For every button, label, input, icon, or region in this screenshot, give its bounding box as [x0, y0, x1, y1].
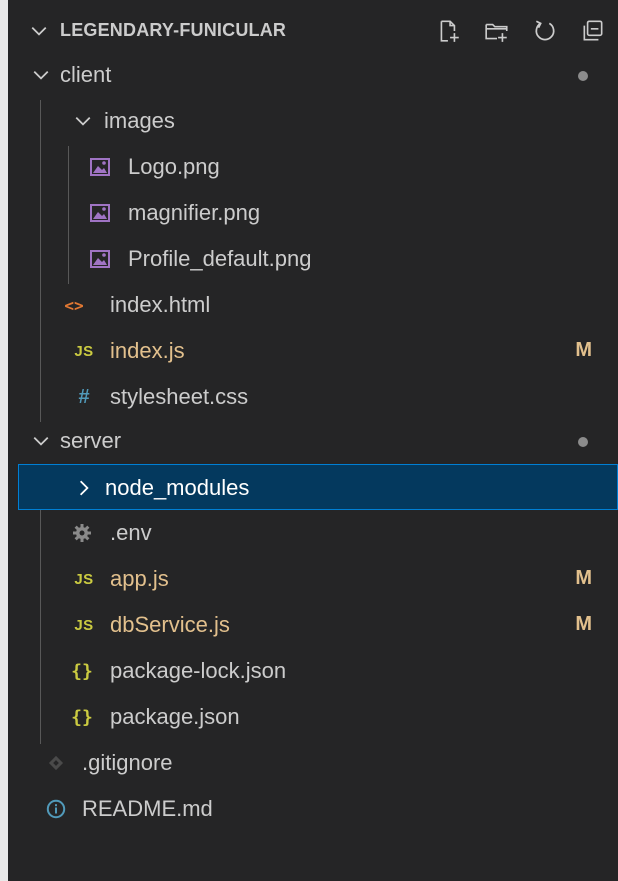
- tree-file-dbservice-js[interactable]: JS dbService.js M: [8, 602, 618, 648]
- tree-item-label: app.js: [110, 566, 169, 591]
- modified-badge: M: [575, 567, 592, 589]
- chevron-right-icon: [79, 480, 89, 496]
- new-file-button[interactable]: [436, 18, 462, 44]
- tree-file-package-json[interactable]: {} package.json: [8, 694, 618, 740]
- collapse-all-button[interactable]: [580, 18, 606, 44]
- tree-item-label: dbService.js: [110, 612, 230, 637]
- tree-file-gitignore[interactable]: .gitignore: [8, 740, 618, 786]
- tree-item-label: images: [104, 108, 175, 133]
- chevron-down-icon[interactable]: [30, 22, 48, 40]
- tree-item-label: README.md: [82, 796, 213, 821]
- tree-item-label: stylesheet.css: [110, 384, 249, 409]
- tree-file-magnifier-png[interactable]: magnifier.png: [8, 190, 618, 236]
- chevron-down-icon: [33, 436, 49, 446]
- new-folder-icon: [485, 23, 508, 42]
- tree-item-label: magnifier.png: [128, 200, 261, 225]
- tree-file-logo-png[interactable]: Logo.png: [8, 144, 618, 190]
- gear-icon: [70, 521, 94, 545]
- tree-file-stylesheet-css[interactable]: # stylesheet.css: [8, 374, 618, 420]
- tree-file-profile-default-png[interactable]: Profile_default.png: [8, 236, 618, 282]
- image-file-icon: [88, 155, 112, 179]
- json-file-icon: {}: [71, 660, 93, 682]
- tree-item-label: Profile_default.png: [128, 246, 312, 271]
- js-file-icon: JS: [74, 616, 94, 634]
- tree-folder-images[interactable]: images: [8, 98, 618, 144]
- tree-item-label: index.js: [110, 338, 185, 363]
- workspace-title: LEGENDARY-FUNICULAR: [60, 20, 287, 40]
- image-file-icon: [88, 247, 112, 271]
- tree-file-index-html[interactable]: <> index.html: [8, 282, 618, 328]
- modified-badge: M: [575, 339, 592, 361]
- tree-file-package-lock-json[interactable]: {} package-lock.json: [8, 648, 618, 694]
- tree-folder-client[interactable]: client: [8, 52, 618, 98]
- html-file-icon: <>: [64, 295, 84, 315]
- chevron-down-icon: [33, 70, 49, 80]
- js-file-icon: JS: [74, 570, 94, 588]
- tree-item-label: node_modules: [105, 475, 250, 500]
- refresh-button[interactable]: [532, 18, 558, 44]
- explorer-header[interactable]: LEGENDARY-FUNICULAR: [8, 8, 618, 54]
- collapse-all-icon: [583, 20, 603, 41]
- tree-item-label: .env: [110, 520, 152, 545]
- tree-file-readme-md[interactable]: README.md: [8, 786, 618, 832]
- tree-item-label: client: [60, 62, 112, 87]
- tree-item-label: package-lock.json: [110, 658, 287, 683]
- tree-file-app-js[interactable]: JS app.js M: [8, 556, 618, 602]
- tree-folder-server[interactable]: server: [8, 418, 618, 464]
- new-folder-button[interactable]: [484, 18, 510, 44]
- tree-item-label: server: [60, 428, 122, 453]
- chevron-down-icon: [75, 116, 91, 126]
- tree-file-index-js[interactable]: JS index.js M: [8, 328, 618, 374]
- tree-item-label: index.html: [110, 292, 211, 317]
- tree-item-label: package.json: [110, 704, 240, 729]
- tree-folder-node-modules[interactable]: node_modules: [18, 464, 618, 510]
- git-icon: [44, 751, 68, 775]
- css-file-icon: #: [78, 385, 90, 408]
- modified-badge: M: [575, 613, 592, 635]
- json-file-icon: {}: [71, 706, 93, 728]
- explorer-panel: LEGENDARY-FUNICULAR client images Logo.p…: [8, 0, 618, 881]
- new-file-icon: [440, 20, 459, 42]
- info-icon: [44, 797, 68, 821]
- tree-item-label: Logo.png: [128, 154, 220, 179]
- image-file-icon: [88, 201, 112, 225]
- modified-dot: [578, 71, 588, 81]
- modified-dot: [578, 437, 588, 447]
- js-file-icon: JS: [74, 342, 94, 360]
- tree-item-label: .gitignore: [82, 750, 173, 775]
- tree-file-env[interactable]: .env: [8, 510, 618, 556]
- refresh-icon: [535, 20, 555, 41]
